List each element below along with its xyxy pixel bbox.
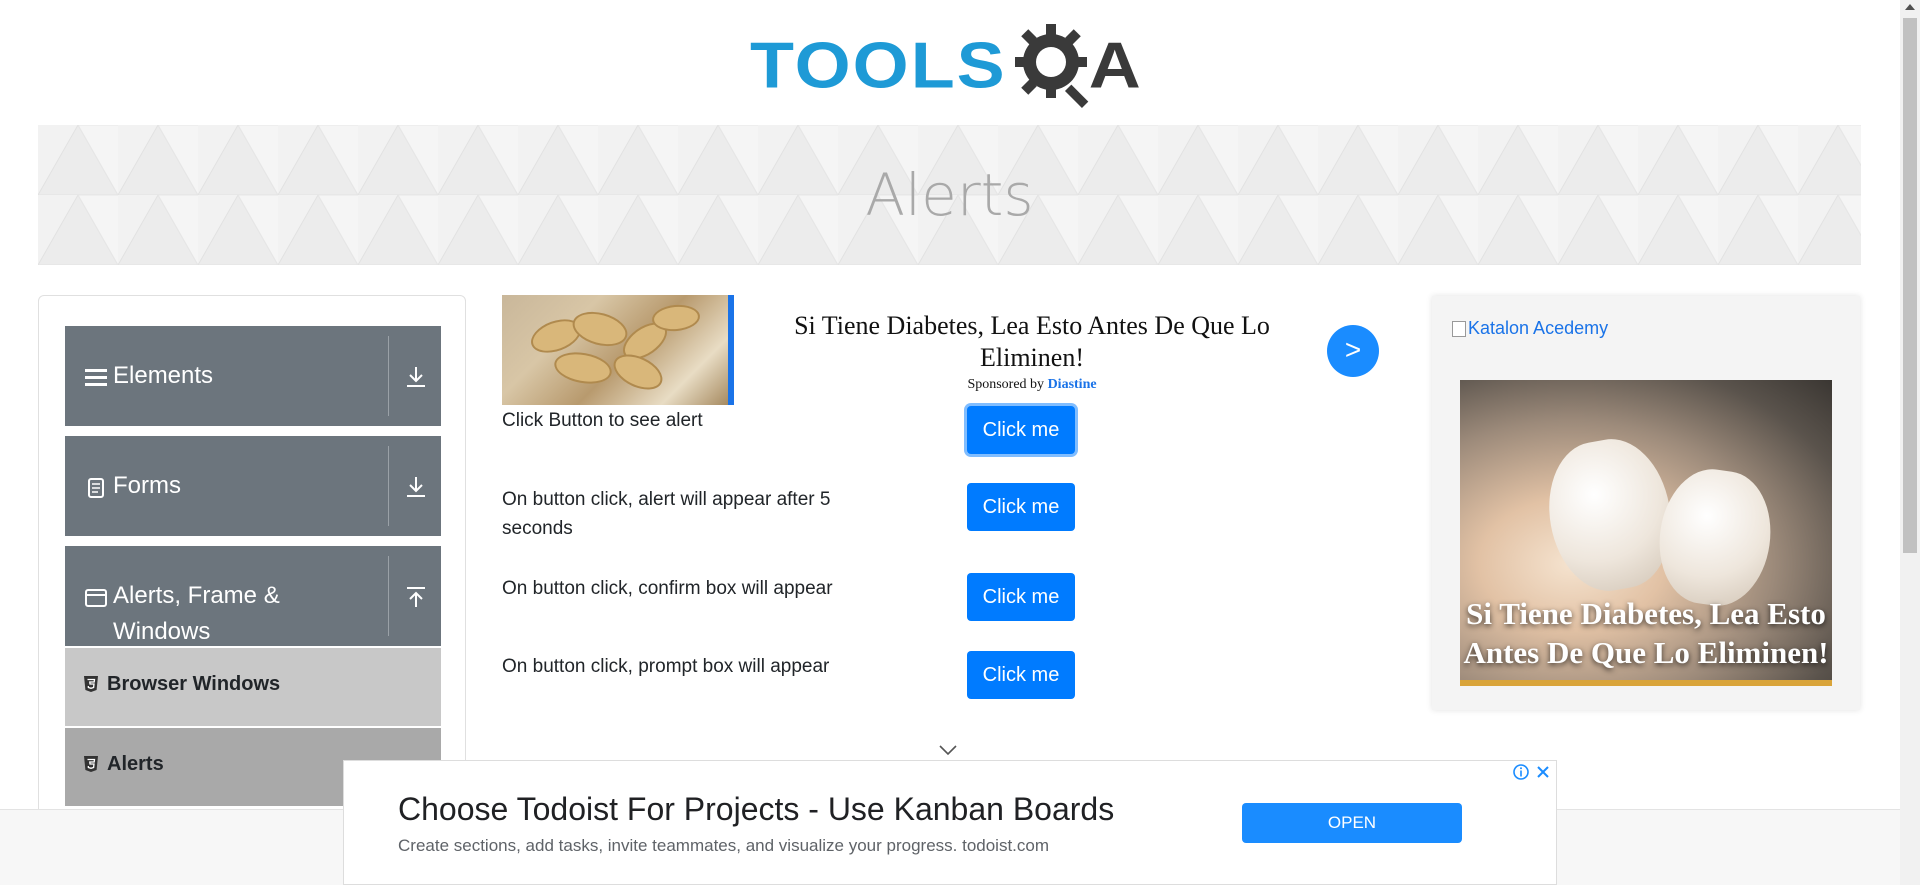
html5-icon xyxy=(84,676,98,692)
logo-text: TOOLS xyxy=(750,30,1007,103)
scroll-up-arrow-icon[interactable] xyxy=(1905,4,1915,10)
broken-image-link[interactable]: Katalon Acedemy xyxy=(1452,318,1608,339)
window-icon xyxy=(85,589,107,607)
scrollbar-thumb[interactable] xyxy=(1903,18,1917,553)
sponsored-ad[interactable]: Si Tiene Diabetes, Lea Esto Antes De Que… xyxy=(502,295,1382,407)
upload-arrow-icon[interactable] xyxy=(401,582,431,612)
broken-image-icon xyxy=(1452,320,1466,337)
timer-alert-text-line2: seconds xyxy=(502,518,573,539)
timer-alert-button[interactable]: Click me xyxy=(967,483,1075,531)
gear-magnifier-icon xyxy=(1014,24,1089,109)
group-divider xyxy=(388,336,389,416)
ad-brand-link[interactable]: Diastine xyxy=(1048,377,1097,392)
page-title: Alerts xyxy=(865,161,1034,229)
confirm-row-text: On button click, confirm box will appear xyxy=(502,578,833,599)
ad-headline[interactable]: Si Tiene Diabetes, Lea Esto Antes De Que… xyxy=(792,310,1272,374)
ad-caption: Si Tiene Diabetes, Lea Esto Antes De Que… xyxy=(1463,596,1829,670)
group-header-elements[interactable]: Elements xyxy=(65,326,441,426)
ad-image-cashews xyxy=(502,295,734,405)
toolsqa-logo[interactable]: TOOLS A xyxy=(750,18,1154,114)
group-divider xyxy=(388,446,389,526)
prompt-button[interactable]: Click me xyxy=(967,651,1075,699)
sidebar-item-label: Alerts xyxy=(107,753,164,775)
group-divider xyxy=(388,556,389,636)
bottom-banner-ad[interactable]: Choose Todoist For Projects - Use Kanban… xyxy=(343,760,1557,885)
menu-bars-icon xyxy=(85,369,107,386)
sidebar-item-label: Browser Windows xyxy=(107,673,281,695)
group-label-elements: Elements xyxy=(113,362,214,389)
group-label-alerts-line1: Alerts, Frame & xyxy=(113,582,280,609)
ad-image-eggs[interactable]: Si Tiene Diabetes, Lea Esto Antes De Que… xyxy=(1460,380,1832,686)
page-scrollbar[interactable] xyxy=(1900,0,1920,885)
group-label-alerts-line2: Windows xyxy=(113,618,211,645)
logo-text-a: A xyxy=(1088,30,1141,103)
bottom-ad-subtext: Create sections, add tasks, invite teamm… xyxy=(398,836,1050,855)
bottom-ad-headline[interactable]: Choose Todoist For Projects - Use Kanban… xyxy=(398,791,1114,828)
ad-sponsor-line: Sponsored by Diastine xyxy=(792,377,1272,393)
group-label-forms: Forms xyxy=(113,472,181,499)
document-icon xyxy=(88,478,104,498)
prompt-row-text: On button click, prompt box will appear xyxy=(502,656,830,677)
chevron-down-icon[interactable] xyxy=(938,744,958,756)
page: TOOLS A Alerts Elements Forms Alerts, Fr… xyxy=(0,0,1920,885)
bottom-ad-open-button[interactable]: OPEN xyxy=(1242,803,1462,843)
caption-bar xyxy=(1460,680,1832,686)
sponsored-by-text: Sponsored by xyxy=(967,377,1045,392)
page-banner: Alerts xyxy=(38,125,1861,265)
alert-button[interactable]: Click me xyxy=(967,406,1075,454)
group-header-forms[interactable]: Forms xyxy=(65,436,441,536)
download-arrow-icon[interactable] xyxy=(401,362,431,392)
broken-image-alt-text: Katalon Acedemy xyxy=(1468,318,1609,338)
right-ad[interactable]: Katalon Acedemy Si Tiene Diabetes, Lea E… xyxy=(1432,296,1860,710)
ad-go-button[interactable]: > xyxy=(1327,325,1379,377)
close-icon[interactable] xyxy=(1534,763,1552,781)
sidebar-item-browser-windows[interactable]: Browser Windows xyxy=(65,648,441,726)
confirm-button[interactable]: Click me xyxy=(967,573,1075,621)
adchoices-info-icon[interactable] xyxy=(1512,763,1530,781)
group-header-alerts-frame-windows[interactable]: Alerts, Frame & Windows xyxy=(65,546,441,646)
alert-row-text: Click Button to see alert xyxy=(502,410,703,431)
timer-alert-text-line1: On button click, alert will appear after… xyxy=(502,489,831,510)
download-arrow-icon[interactable] xyxy=(401,472,431,502)
html5-icon xyxy=(84,756,98,772)
